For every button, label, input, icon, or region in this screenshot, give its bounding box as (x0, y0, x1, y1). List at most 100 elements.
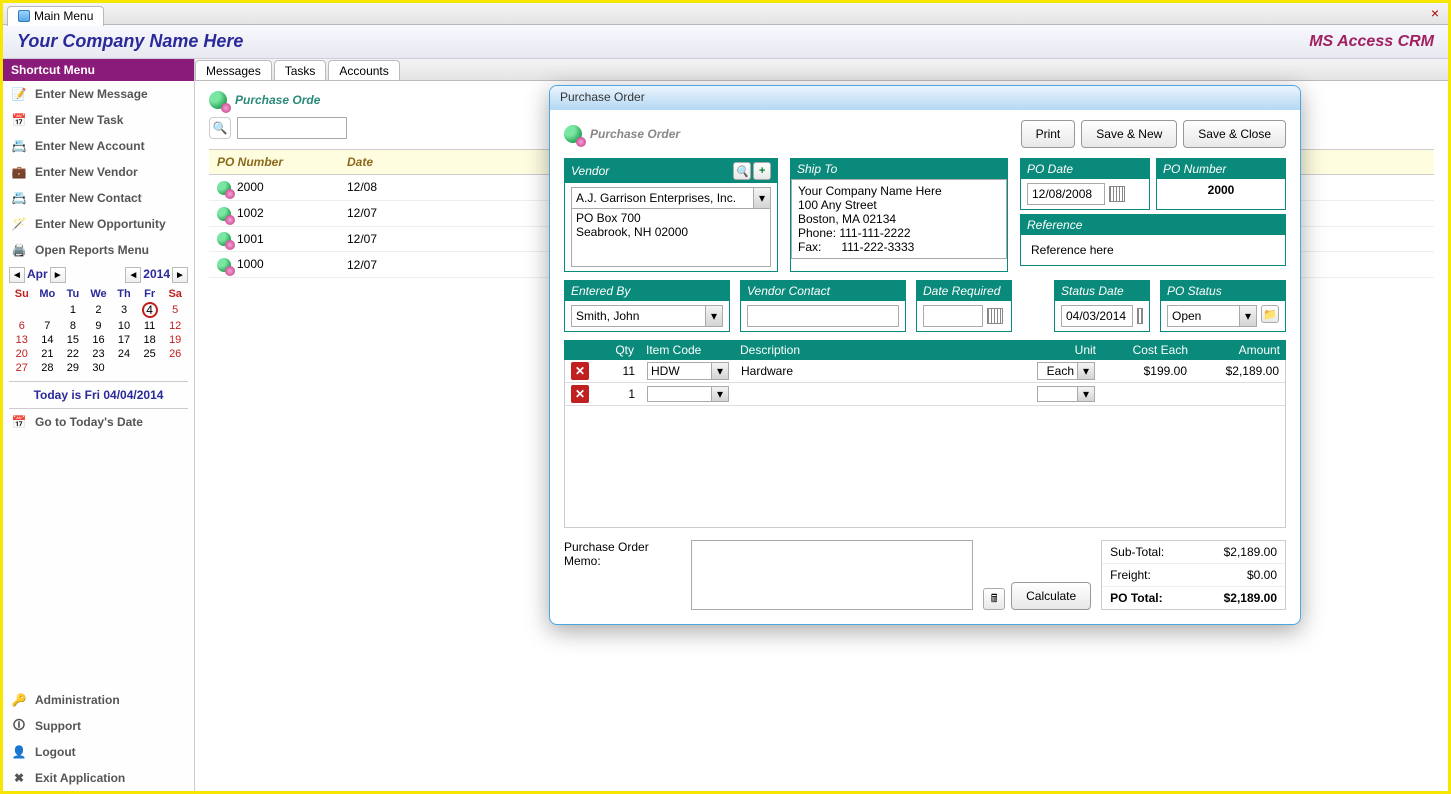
content-tab[interactable]: Tasks (274, 60, 327, 80)
sidebar-item[interactable]: 🖨️Open Reports Menu (3, 237, 194, 263)
daterequired-input[interactable] (923, 305, 983, 327)
dropdown-button[interactable]: ▾ (705, 305, 723, 327)
calendar-day[interactable]: 30 (86, 361, 112, 375)
calendar-day[interactable]: 7 (35, 319, 61, 333)
line-row[interactable]: ✕ 11 HDW▾ Hardware Each▾ $199.00 $2,189.… (565, 360, 1285, 383)
line-unit[interactable]: Each▾ (1031, 362, 1101, 380)
calendar-day[interactable] (35, 301, 61, 319)
calendar-day[interactable]: 1 (60, 301, 86, 319)
calendar-day[interactable]: 15 (60, 333, 86, 347)
vendor-dropdown-button[interactable]: ▾ (753, 187, 771, 209)
calendar-day[interactable] (9, 301, 35, 319)
calendar-day[interactable]: 6 (9, 319, 35, 333)
line-qty[interactable]: 11 (591, 364, 641, 378)
calendar-day[interactable]: 9 (86, 319, 112, 333)
panel-header: Date Required (923, 284, 1000, 298)
dropdown-button[interactable]: ▾ (711, 386, 729, 402)
calendar-day[interactable]: 17 (111, 333, 137, 347)
calendar-day[interactable] (162, 361, 188, 375)
calendar-day[interactable] (111, 361, 137, 375)
calendar-icon[interactable] (987, 308, 1003, 324)
vendor-add-button[interactable]: + (753, 162, 771, 180)
sidebar-bottom-item[interactable]: 🔑Administration (3, 687, 194, 713)
calendar-day[interactable]: 11 (137, 319, 163, 333)
save-new-button[interactable]: Save & New (1081, 120, 1177, 148)
dropdown-button[interactable]: ▾ (711, 362, 729, 380)
calendar-day[interactable]: 18 (137, 333, 163, 347)
sidebar-item[interactable]: 🪄Enter New Opportunity (3, 211, 194, 237)
calendar-day[interactable]: 26 (162, 347, 188, 361)
calendar-day[interactable]: 10 (111, 319, 137, 333)
sidebar-item[interactable]: 📅Enter New Task (3, 107, 194, 133)
content-tab[interactable]: Accounts (328, 60, 399, 80)
postatus-input[interactable]: Open (1167, 305, 1239, 327)
calendar-day[interactable]: 19 (162, 333, 188, 347)
sidebar-bottom-item[interactable]: 🛈Support (3, 713, 194, 739)
calendar-day[interactable]: 22 (60, 347, 86, 361)
cal-year-prev-button[interactable]: ◄ (125, 267, 141, 283)
line-qty[interactable]: 1 (591, 387, 641, 401)
calendar-day[interactable]: 5 (162, 301, 188, 319)
calendar-day[interactable]: 2 (86, 301, 112, 319)
cal-year-next-button[interactable]: ► (172, 267, 188, 283)
calendar-day[interactable]: 12 (162, 319, 188, 333)
calendar-day[interactable]: 8 (60, 319, 86, 333)
delete-line-button[interactable]: ✕ (571, 385, 589, 403)
calendar-day[interactable]: 25 (137, 347, 163, 361)
line-desc[interactable]: Hardware (735, 364, 1031, 378)
memo-textarea[interactable] (691, 540, 973, 610)
sidebar-item[interactable]: 📇Enter New Account (3, 133, 194, 159)
help-icon: 🛈 (11, 718, 27, 734)
calendar-day[interactable]: 20 (9, 347, 35, 361)
sidebar-item[interactable]: 💼Enter New Vendor (3, 159, 194, 185)
calendar-icon[interactable] (1109, 186, 1125, 202)
calendar-day[interactable]: 4 (137, 301, 163, 319)
calendar-day[interactable]: 24 (111, 347, 137, 361)
vendor-name[interactable]: A.J. Garrison Enterprises, Inc. (571, 187, 753, 209)
close-icon[interactable]: × (1428, 7, 1442, 21)
reference-input[interactable] (1027, 240, 1279, 260)
statusdate-input[interactable] (1061, 305, 1133, 327)
calendar-day[interactable]: 13 (9, 333, 35, 347)
calendar-day[interactable]: 27 (9, 361, 35, 375)
folder-button[interactable]: 📁 (1261, 305, 1279, 323)
vendorcontact-input[interactable] (747, 305, 899, 327)
calendar-icon[interactable] (1137, 308, 1143, 324)
line-unit[interactable]: ▾ (1031, 386, 1101, 402)
save-close-button[interactable]: Save & Close (1183, 120, 1286, 148)
line-row[interactable]: ✕ 1 ▾ ▾ (565, 383, 1285, 406)
calendar-day[interactable]: 14 (35, 333, 61, 347)
cal-prev-button[interactable]: ◄ (9, 267, 25, 283)
calculate-button[interactable]: Calculate (1011, 582, 1091, 610)
calendar-day[interactable]: 23 (86, 347, 112, 361)
search-input[interactable] (237, 117, 347, 139)
sidebar-item[interactable]: 📝Enter New Message (3, 81, 194, 107)
calendar-day[interactable]: 29 (60, 361, 86, 375)
search-button[interactable]: 🔍 (209, 117, 231, 139)
line-code[interactable]: HDW▾ (641, 362, 735, 380)
sidebar-bottom-item[interactable]: 👤Logout (3, 739, 194, 765)
delete-line-button[interactable]: ✕ (571, 362, 589, 380)
podate-input[interactable] (1027, 183, 1105, 205)
line-code[interactable]: ▾ (641, 386, 735, 402)
calendar-day[interactable]: 28 (35, 361, 61, 375)
sidebar-bottom-item[interactable]: ✖Exit Application (3, 765, 194, 791)
dropdown-button[interactable]: ▾ (1239, 305, 1257, 327)
sidebar-item[interactable]: 📇Enter New Contact (3, 185, 194, 211)
print-button[interactable]: Print (1021, 120, 1076, 148)
content-tab[interactable]: Messages (195, 60, 272, 80)
calculator-icon[interactable]: 🖩 (983, 588, 1005, 610)
vendor-search-button[interactable]: 🔍 (733, 162, 751, 180)
enteredby-input[interactable]: Smith, John (571, 305, 705, 327)
key-icon: 🔑 (11, 692, 27, 708)
calendar-day[interactable]: 3 (111, 301, 137, 319)
sidebar-goto-today[interactable]: 📅 Go to Today's Date (3, 409, 194, 435)
tab-main-menu[interactable]: Main Menu (7, 6, 104, 26)
calendar-day[interactable] (137, 361, 163, 375)
calendar-day[interactable]: 21 (35, 347, 61, 361)
col-po-number[interactable]: PO Number (209, 150, 339, 175)
calendar-day[interactable]: 16 (86, 333, 112, 347)
calendar-grid[interactable]: SuMoTuWeThFrSa12345678910111213141516171… (9, 287, 188, 375)
cal-next-button[interactable]: ► (50, 267, 66, 283)
col-date[interactable]: Date (339, 150, 399, 175)
